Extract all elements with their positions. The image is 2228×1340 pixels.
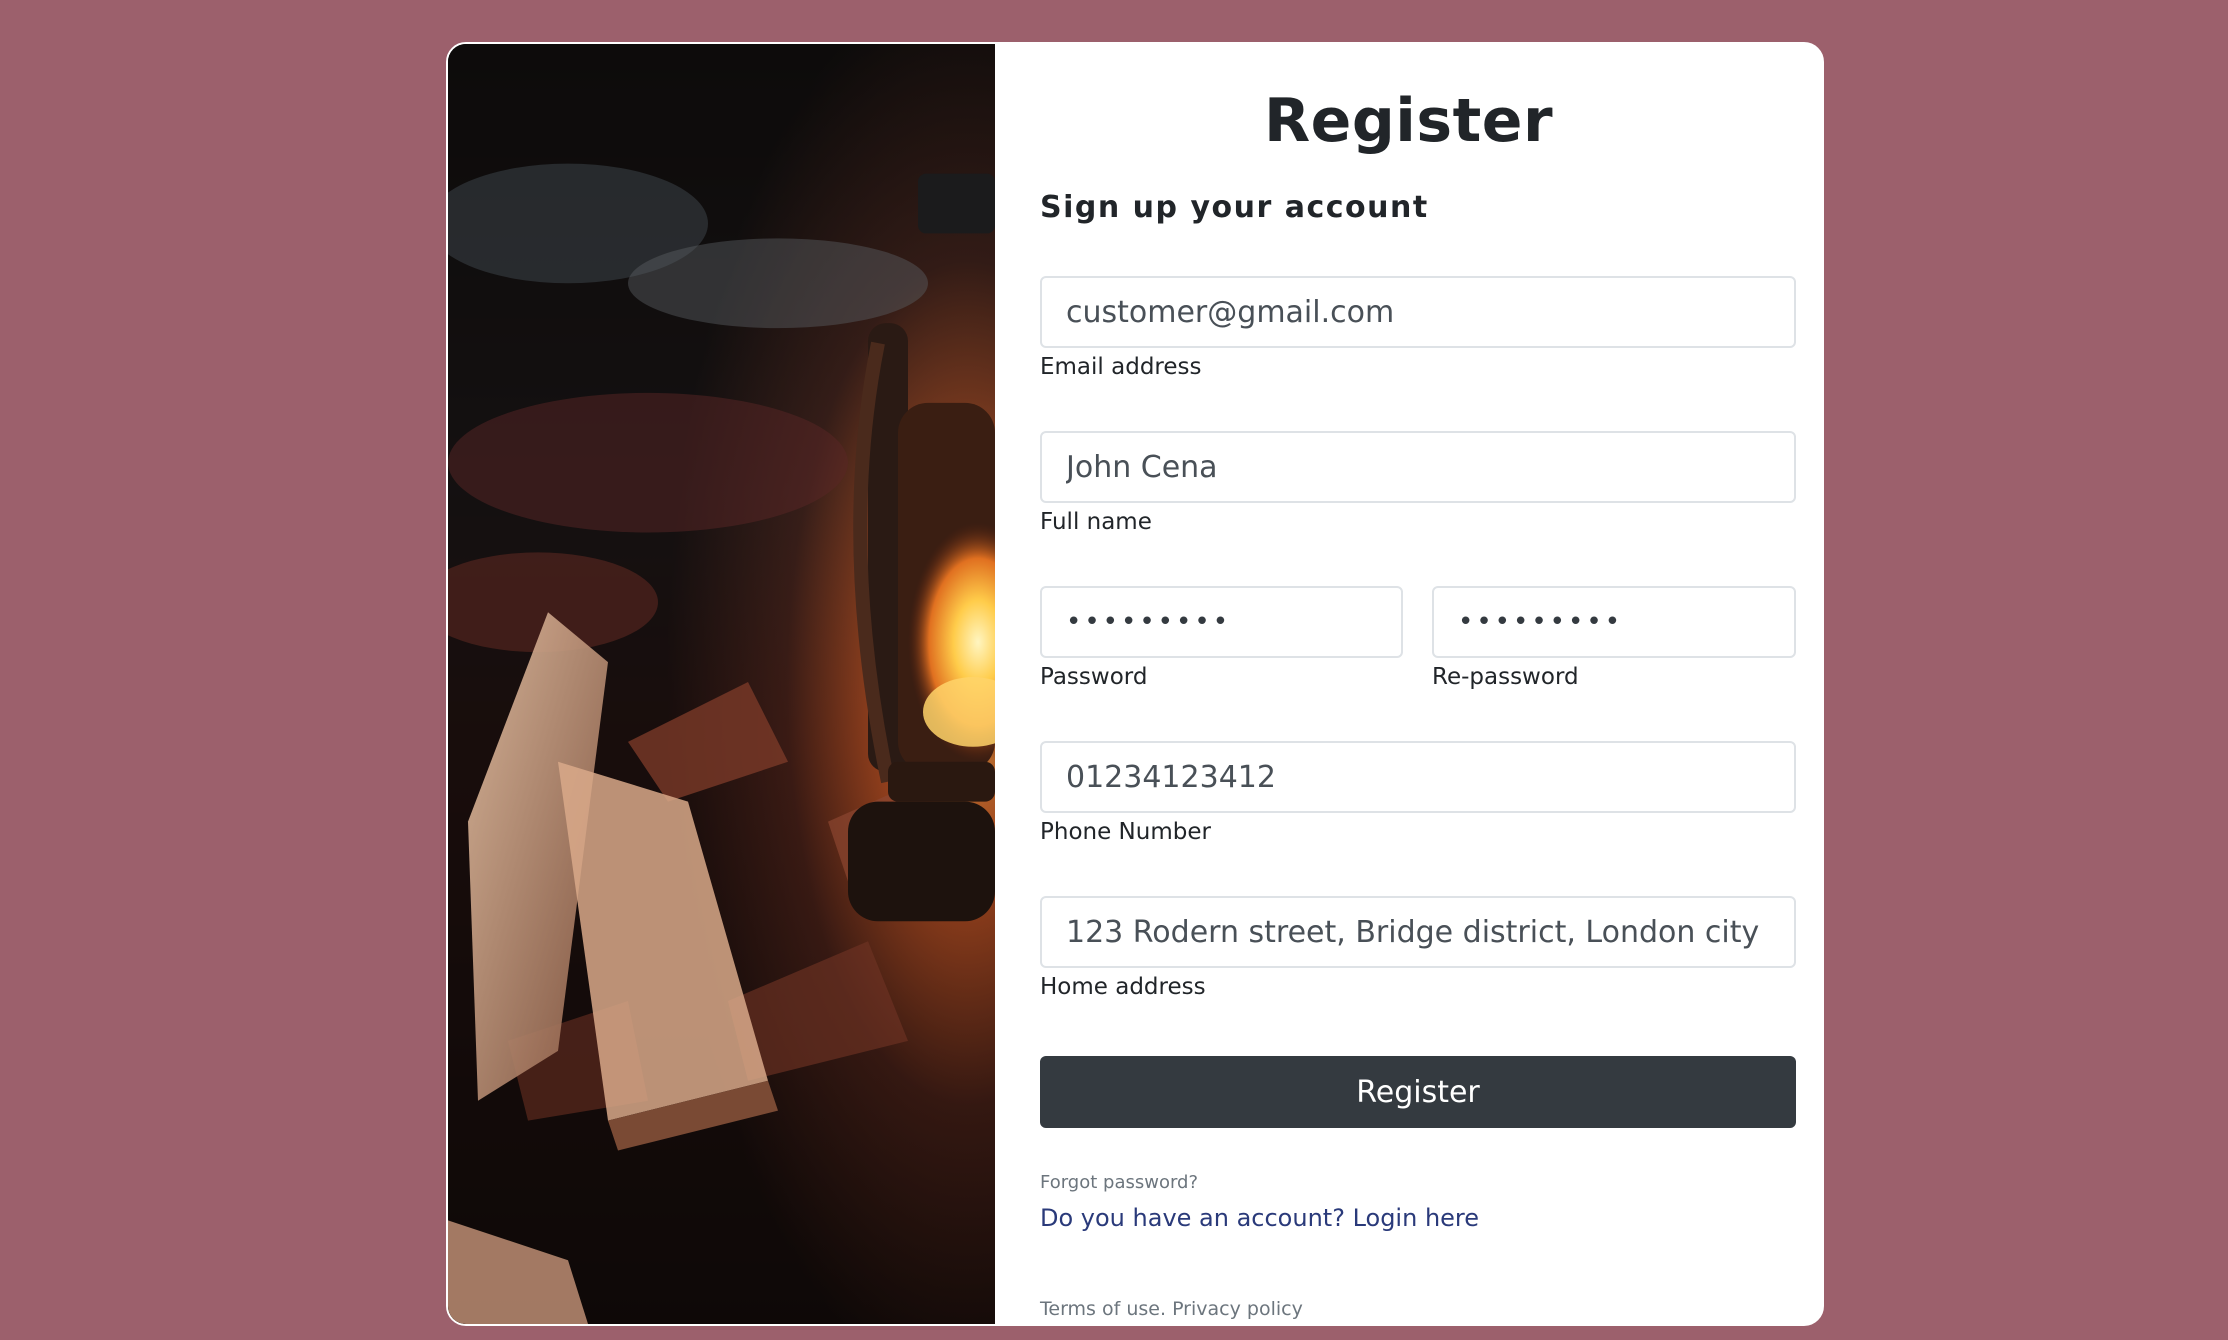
- re-password-field[interactable]: [1432, 586, 1796, 658]
- register-form: Register Sign up your account Email addr…: [995, 44, 1822, 1324]
- email-label: Email address: [1040, 354, 1202, 380]
- footer-links: Terms of use. Privacy policy: [1040, 1298, 1303, 1320]
- full-name-label: Full name: [1040, 509, 1152, 535]
- login-link[interactable]: Do you have an account? Login here: [1040, 1204, 1479, 1232]
- phone-field[interactable]: [1040, 741, 1796, 813]
- home-address-field[interactable]: [1040, 896, 1796, 968]
- page-title: Register: [1263, 86, 1554, 156]
- full-name-field[interactable]: [1040, 431, 1796, 503]
- register-card: Register Sign up your account Email addr…: [446, 42, 1824, 1326]
- re-password-label: Re-password: [1432, 664, 1579, 690]
- lantern-book-photo: [448, 44, 995, 1324]
- register-button[interactable]: Register: [1040, 1056, 1796, 1128]
- terms-link[interactable]: Terms of use.: [1040, 1298, 1166, 1320]
- phone-label: Phone Number: [1040, 819, 1211, 845]
- email-field[interactable]: [1040, 276, 1796, 348]
- password-field[interactable]: [1040, 586, 1403, 658]
- page-subtitle: Sign up your account: [1040, 190, 1429, 225]
- privacy-link[interactable]: Privacy policy: [1172, 1298, 1303, 1320]
- home-address-label: Home address: [1040, 974, 1206, 1000]
- password-label: Password: [1040, 664, 1148, 690]
- forgot-password-link[interactable]: Forgot password?: [1040, 1172, 1198, 1193]
